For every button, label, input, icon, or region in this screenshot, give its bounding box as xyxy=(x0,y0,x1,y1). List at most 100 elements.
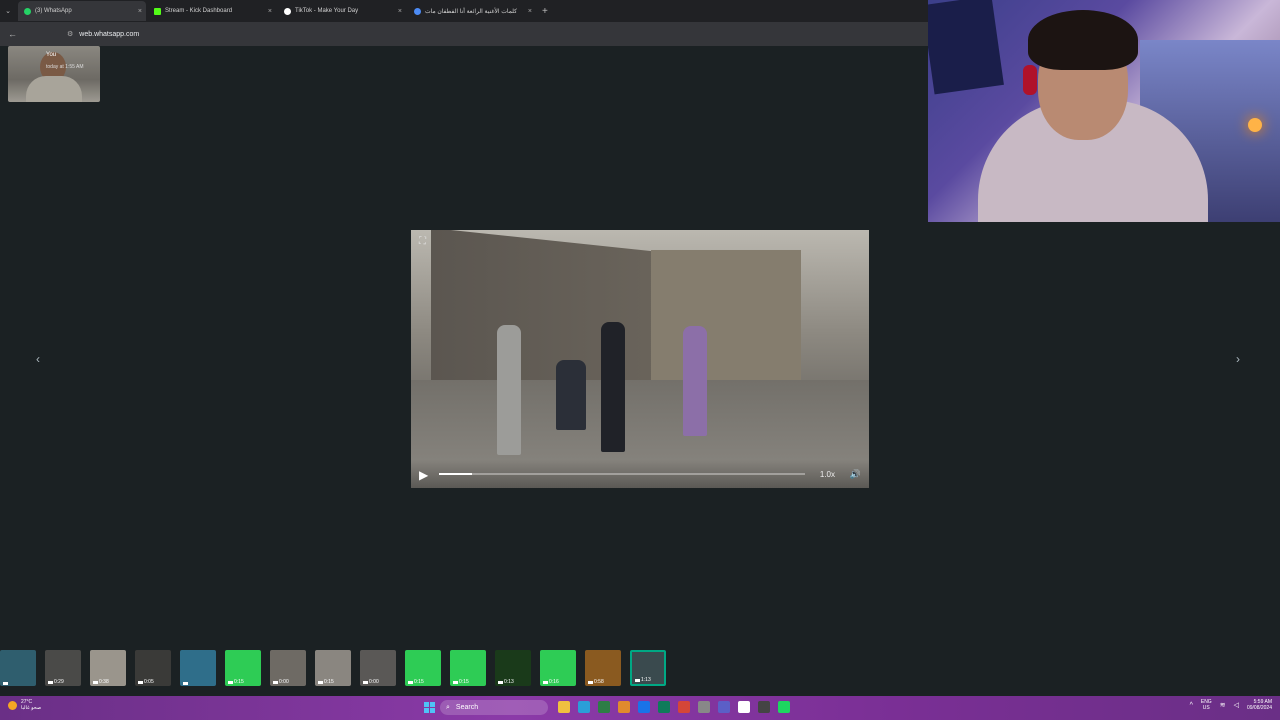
whatsapp-favicon-icon xyxy=(24,7,31,15)
sun-icon xyxy=(8,700,17,710)
media-thumbnail[interactable]: 0:38 xyxy=(90,650,126,686)
thumbnail-duration: 0:58 xyxy=(588,679,604,685)
video-scene-person xyxy=(556,360,586,430)
tab-title: Stream - Kick Dashboard xyxy=(165,8,233,14)
thumbnail-duration: 1:13 xyxy=(635,677,651,683)
url-field[interactable]: ⚙ web.whatsapp.com xyxy=(67,30,140,39)
taskbar-app-icon[interactable] xyxy=(658,701,670,713)
volume-icon[interactable]: 🔊 xyxy=(850,469,861,480)
duration-text: 0:58 xyxy=(594,679,604,685)
taskbar-app-icon[interactable] xyxy=(578,701,590,713)
site-info-icon[interactable]: ⚙ xyxy=(67,30,73,38)
video-camera-icon xyxy=(3,682,8,685)
browser-tab-strip: ⌄ (3) WhatsApp × Stream - Kick Dashboard… xyxy=(0,0,928,22)
back-icon[interactable]: ← xyxy=(8,29,17,39)
video-camera-icon xyxy=(588,680,593,684)
next-media-icon[interactable]: › xyxy=(1236,352,1240,366)
media-thumbnail[interactable]: 0:15 xyxy=(405,650,441,686)
thumbnail-duration: 0:05 xyxy=(138,679,154,685)
duration-text: 0:00 xyxy=(369,679,379,685)
tab-close-icon[interactable]: × xyxy=(268,8,272,15)
video-camera-icon xyxy=(138,680,143,684)
taskbar-app-icon[interactable] xyxy=(758,701,770,713)
url-text: web.whatsapp.com xyxy=(79,30,140,38)
media-thumbnail[interactable]: 0:00 xyxy=(270,650,306,686)
media-thumbnail[interactable]: 0:16 xyxy=(540,650,576,686)
media-thumbnail[interactable]: 0:13 xyxy=(495,650,531,686)
video-camera-icon xyxy=(273,680,278,684)
taskbar-apps xyxy=(558,701,790,713)
media-thumbnail[interactable]: 0:58 xyxy=(585,650,621,686)
previous-media-icon[interactable]: ‹ xyxy=(36,352,40,366)
speaker-icon[interactable]: ◁ xyxy=(1234,701,1239,709)
windows-taskbar: 27°C صحو غالبا ⌕ Search ^ ENG US ≋ ◁ 5:5… xyxy=(0,696,1280,720)
video-camera-icon xyxy=(498,680,503,684)
thumbnail-duration xyxy=(3,682,9,685)
wall-poster xyxy=(928,0,1004,95)
chevron-up-icon[interactable]: ^ xyxy=(1190,702,1193,709)
taskbar-app-icon[interactable] xyxy=(638,701,650,713)
search-icon: ⌕ xyxy=(446,703,450,711)
taskbar-app-icon[interactable] xyxy=(738,701,750,713)
wifi-icon[interactable]: ≋ xyxy=(1220,701,1226,709)
weather-widget[interactable]: 27°C صحو غالبا xyxy=(8,699,41,711)
duration-text: 0:15 xyxy=(234,679,244,685)
video-scene-person xyxy=(683,326,707,436)
duration-text: 0:29 xyxy=(54,679,64,685)
streamer-hair xyxy=(1028,10,1138,70)
taskbar-app-icon[interactable] xyxy=(558,701,570,713)
video-camera-icon xyxy=(635,678,640,682)
video-camera-icon xyxy=(183,682,188,685)
duration-text: 0:15 xyxy=(459,679,469,685)
tab-search-icon[interactable]: ⌄ xyxy=(0,7,16,15)
taskbar-search[interactable]: ⌕ Search xyxy=(440,700,548,715)
windows-start-icon[interactable] xyxy=(424,702,435,713)
taskbar-app-icon[interactable] xyxy=(598,701,610,713)
media-thumbnail[interactable]: 0:05 xyxy=(135,650,171,686)
taskbar-app-icon[interactable] xyxy=(618,701,630,713)
media-thumbnail[interactable]: 0:15 xyxy=(450,650,486,686)
tab-close-icon[interactable]: × xyxy=(528,8,532,15)
play-icon[interactable]: ▶ xyxy=(419,468,428,482)
fullscreen-icon[interactable]: ⛶ xyxy=(419,236,426,247)
duration-text: 0:16 xyxy=(549,679,559,685)
duration-text: 0:15 xyxy=(414,679,424,685)
video-camera-icon xyxy=(363,680,368,684)
media-thumbnail[interactable]: 1:13 xyxy=(630,650,666,686)
tab-close-icon[interactable]: × xyxy=(138,8,142,15)
media-thumbnail[interactable] xyxy=(0,650,36,686)
media-thumbnail[interactable] xyxy=(180,650,216,686)
media-thumbnail[interactable]: 0:15 xyxy=(315,650,351,686)
media-thumbnail[interactable]: 0:15 xyxy=(225,650,261,686)
taskbar-app-icon[interactable] xyxy=(698,701,710,713)
video-player[interactable]: ⛶ ▶ 1.0x 🔊 xyxy=(411,230,869,488)
thumbnail-duration: 0:15 xyxy=(318,679,334,685)
thumbnail-duration: 0:29 xyxy=(48,679,64,685)
tab-tiktok[interactable]: TikTok - Make Your Day × xyxy=(278,1,406,21)
thumbnail-duration: 0:15 xyxy=(228,679,244,685)
media-thumbnail[interactable]: 0:29 xyxy=(45,650,81,686)
tab-lyrics[interactable]: كلمات الأغنية الرائعة أنا الفطفان مات × xyxy=(408,1,536,21)
system-tray: ^ ENG US ≋ ◁ 5:59 AM 09/08/2024 xyxy=(1190,699,1272,711)
taskbar-app-icon[interactable] xyxy=(718,701,730,713)
duration-text: 0:00 xyxy=(279,679,289,685)
duration-text: 1:13 xyxy=(641,677,651,683)
video-progress-fill xyxy=(439,473,472,475)
taskbar-app-icon[interactable] xyxy=(678,701,690,713)
clock[interactable]: 5:59 AM 09/08/2024 xyxy=(1247,699,1272,711)
playback-speed-button[interactable]: 1.0x xyxy=(820,470,835,479)
tab-whatsapp[interactable]: (3) WhatsApp × xyxy=(18,1,146,21)
video-progress-bar[interactable] xyxy=(439,473,805,475)
taskbar-app-icon[interactable] xyxy=(778,701,790,713)
thumbnail-duration: 0:15 xyxy=(408,679,424,685)
duration-text: 0:15 xyxy=(324,679,334,685)
headset-icon xyxy=(1023,65,1037,95)
video-camera-icon xyxy=(48,680,53,684)
tab-kick-dashboard[interactable]: Stream - Kick Dashboard × xyxy=(148,1,276,21)
video-scene-building xyxy=(651,250,801,400)
thumbnail-duration: 0:16 xyxy=(543,679,559,685)
language-indicator[interactable]: ENG US xyxy=(1201,699,1212,711)
new-tab-button[interactable]: + xyxy=(542,6,548,17)
tab-close-icon[interactable]: × xyxy=(398,8,402,15)
media-thumbnail[interactable]: 0:00 xyxy=(360,650,396,686)
